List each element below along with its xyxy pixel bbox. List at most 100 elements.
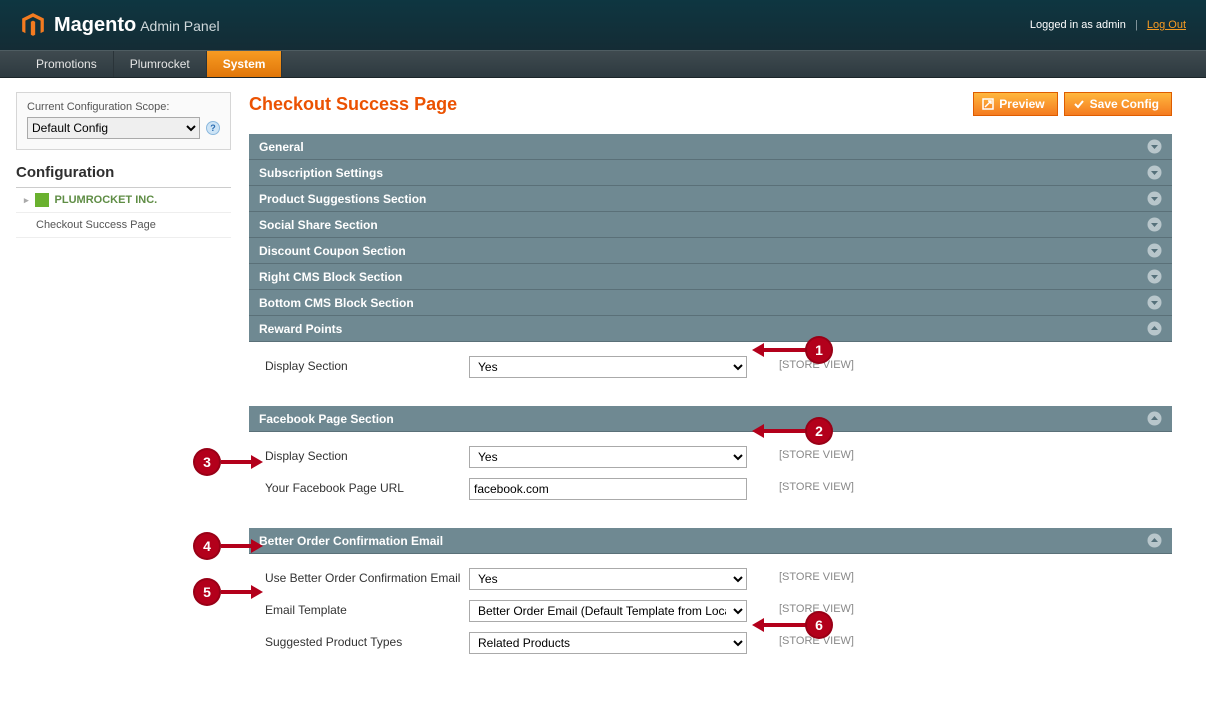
arrow-head-6 <box>752 618 764 632</box>
collapse-up-icon <box>1147 411 1162 426</box>
content-header: Checkout Success Page Preview Save Confi… <box>249 92 1172 116</box>
expand-down-icon <box>1147 217 1162 232</box>
nav-promotions[interactable]: Promotions <box>20 51 114 77</box>
field-label: Email Template <box>259 600 469 617</box>
section-title: Subscription Settings <box>259 166 383 180</box>
save-config-button[interactable]: Save Config <box>1064 92 1172 116</box>
expand-down-icon <box>1147 269 1162 284</box>
expand-down-icon <box>1147 139 1162 154</box>
scope-select[interactable]: Default Config <box>27 117 200 139</box>
sidebar-group-plumrocket[interactable]: ▸ PLUMROCKET INC. <box>16 188 231 213</box>
suggested-products-select[interactable]: Related Products <box>469 632 747 654</box>
sidebar: Current Configuration Scope: Default Con… <box>16 92 231 238</box>
arrow-4 <box>221 544 253 548</box>
section-title: Better Order Confirmation Email <box>259 534 443 548</box>
section-header-facebook[interactable]: Facebook Page Section <box>249 406 1172 432</box>
expand-down-icon <box>1147 295 1162 310</box>
collapse-up-icon <box>1147 321 1162 336</box>
collapse-up-icon <box>1147 533 1162 548</box>
config-scope-box: Current Configuration Scope: Default Con… <box>16 92 231 150</box>
content-area: Checkout Success Page Preview Save Confi… <box>249 92 1172 682</box>
callout-1: 1 <box>805 336 833 364</box>
section-header-collapsed[interactable]: Discount Coupon Section <box>249 238 1172 264</box>
field-fb-display-section: Display Section Yes [STORE VIEW] <box>259 446 1162 468</box>
admin-header: MagentoAdmin Panel Logged in as admin | … <box>0 0 1206 50</box>
section-header-collapsed[interactable]: Product Suggestions Section <box>249 186 1172 212</box>
use-better-email-select[interactable]: Yes <box>469 568 747 590</box>
section-title: Right CMS Block Section <box>259 270 402 284</box>
section-title: Product Suggestions Section <box>259 192 426 206</box>
scope-text: [STORE VIEW] <box>747 568 877 583</box>
callout-6: 6 <box>805 611 833 639</box>
field-email-template: Email Template Better Order Email (Defau… <box>259 600 1162 622</box>
separator: | <box>1135 19 1138 31</box>
brand-suffix: Admin Panel <box>140 18 219 34</box>
section-title: Discount Coupon Section <box>259 244 406 258</box>
fb-display-section-select[interactable]: Yes <box>469 446 747 468</box>
logout-link[interactable]: Log Out <box>1147 19 1186 31</box>
callout-4: 4 <box>193 532 221 560</box>
section-header-collapsed[interactable]: Subscription Settings <box>249 160 1172 186</box>
preview-icon <box>982 98 994 110</box>
field-suggested-products: Suggested Product Types Related Products… <box>259 632 1162 654</box>
arrow-6 <box>762 623 806 627</box>
arrow-1 <box>762 348 806 352</box>
section-header-collapsed[interactable]: General <box>249 134 1172 160</box>
main-layout: Current Configuration Scope: Default Con… <box>0 78 1206 722</box>
display-section-select[interactable]: Yes <box>469 356 747 378</box>
callout-2: 2 <box>805 417 833 445</box>
section-header-collapsed[interactable]: Right CMS Block Section <box>249 264 1172 290</box>
plumrocket-logo-icon <box>35 193 49 207</box>
header-user-area: Logged in as admin | Log Out <box>1030 19 1186 31</box>
section-header-collapsed[interactable]: Social Share Section <box>249 212 1172 238</box>
config-title: Configuration <box>16 164 231 188</box>
field-display-section: Display Section Yes [STORE VIEW] <box>259 356 1162 378</box>
field-label: Use Better Order Confirmation Email <box>259 568 469 585</box>
save-label: Save Config <box>1090 97 1159 111</box>
field-label: Display Section <box>259 356 469 373</box>
section-title: Bottom CMS Block Section <box>259 296 414 310</box>
arrow-head-4 <box>251 539 263 553</box>
help-icon[interactable]: ? <box>206 121 220 135</box>
section-body-better-email: Use Better Order Confirmation Email Yes … <box>249 554 1172 668</box>
logged-in-text: Logged in as admin <box>1030 19 1126 31</box>
callout-5: 5 <box>193 578 221 606</box>
arrow-head-3 <box>251 455 263 469</box>
field-label: Display Section <box>259 446 469 463</box>
expand-down-icon <box>1147 243 1162 258</box>
scope-label: Current Configuration Scope: <box>27 101 220 113</box>
section-title: General <box>259 140 304 154</box>
arrow-head-1 <box>752 343 764 357</box>
scope-text: [STORE VIEW] <box>747 446 877 461</box>
sidebar-item-checkout-success[interactable]: Checkout Success Page <box>16 213 231 238</box>
section-body-reward-points: Display Section Yes [STORE VIEW] <box>249 342 1172 392</box>
section-header-reward-points[interactable]: Reward Points <box>249 316 1172 342</box>
field-fb-url: Your Facebook Page URL [STORE VIEW] <box>259 478 1162 500</box>
section-facebook: Facebook Page Section Display Section Ye… <box>249 406 1172 514</box>
action-buttons: Preview Save Config <box>973 92 1172 116</box>
section-body-facebook: Display Section Yes [STORE VIEW] Your Fa… <box>249 432 1172 514</box>
section-title: Facebook Page Section <box>259 412 394 426</box>
main-nav: Promotions Plumrocket System <box>0 50 1206 78</box>
group-name: PLUMROCKET INC. <box>55 194 158 206</box>
section-header-better-email[interactable]: Better Order Confirmation Email <box>249 528 1172 554</box>
chevron-right-icon: ▸ <box>24 195 29 206</box>
magento-logo-icon <box>20 12 46 38</box>
field-label: Your Facebook Page URL <box>259 478 469 495</box>
collapsed-sections: General Subscription Settings Product Sugg… <box>249 134 1172 316</box>
preview-label: Preview <box>999 97 1044 111</box>
arrow-head-5 <box>251 585 263 599</box>
email-template-select[interactable]: Better Order Email (Default Template fro… <box>469 600 747 622</box>
logo: MagentoAdmin Panel <box>20 12 220 38</box>
section-better-email: Better Order Confirmation Email Use Bett… <box>249 528 1172 668</box>
nav-system[interactable]: System <box>207 51 283 77</box>
brand-name: MagentoAdmin Panel <box>54 14 220 37</box>
section-title: Reward Points <box>259 322 342 336</box>
section-header-collapsed[interactable]: Bottom CMS Block Section <box>249 290 1172 316</box>
nav-plumrocket[interactable]: Plumrocket <box>114 51 207 77</box>
check-icon <box>1073 98 1085 110</box>
fb-url-input[interactable] <box>469 478 747 500</box>
preview-button[interactable]: Preview <box>973 92 1057 116</box>
section-reward-points: Reward Points Display Section Yes [STORE… <box>249 316 1172 392</box>
page-title: Checkout Success Page <box>249 94 457 115</box>
